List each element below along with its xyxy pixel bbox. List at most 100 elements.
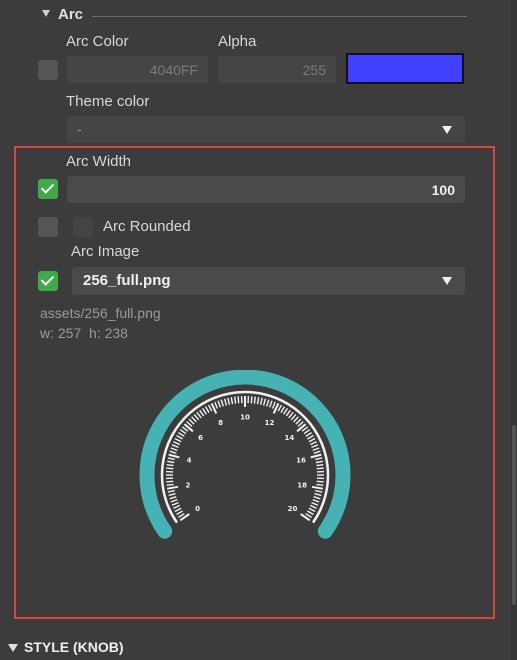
arc-width-enable-checkbox[interactable] <box>38 179 58 199</box>
gauge-minor-tick <box>171 501 179 506</box>
arc-color-label: Arc Color <box>66 33 129 50</box>
gauge-tick-label: 6 <box>198 434 203 442</box>
gauge-minor-tick <box>178 513 185 518</box>
gauge-major-tick <box>168 453 180 459</box>
gauge-tick-label: 2 <box>185 482 190 490</box>
gauge-major-tick <box>311 485 323 490</box>
gauge-minor-tick <box>167 457 175 461</box>
arc-rounded-enable-checkbox[interactable] <box>38 217 58 237</box>
gauge-tick-label: 8 <box>218 419 223 427</box>
gauge-minor-tick <box>170 498 178 503</box>
gauge-minor-tick <box>166 467 174 470</box>
gauge-minor-tick <box>266 399 270 407</box>
image-path-text: assets/256_full.png <box>40 305 161 321</box>
arc-rounded-checkbox[interactable] <box>73 217 93 237</box>
style-knob-collapse-arrow-icon[interactable] <box>8 644 18 652</box>
arc-image-dropdown[interactable]: 256_full.png <box>72 267 465 295</box>
gauge-minor-tick <box>191 416 197 423</box>
gauge-minor-tick <box>179 429 187 435</box>
gauge-minor-tick <box>250 396 253 404</box>
section-title: Arc <box>58 6 84 23</box>
gauge-minor-tick <box>307 510 314 516</box>
alpha-label: Alpha <box>218 33 257 50</box>
arc-color-swatch-fill <box>348 55 462 82</box>
gauge-minor-tick <box>293 416 299 423</box>
scrollbar-thumb[interactable] <box>512 425 516 605</box>
arc-image-enable-checkbox[interactable] <box>38 271 58 291</box>
arc-color-enable-checkbox[interactable] <box>38 60 58 80</box>
arc-color-value: 4040FF <box>149 61 198 78</box>
arc-image-preview: 0 2 4 6 8 10 12 14 16 18 20 <box>139 370 351 539</box>
gauge-minor-tick <box>268 400 273 408</box>
gauge-minor-tick <box>204 406 210 413</box>
gauge-tick-label: 10 <box>240 414 250 422</box>
chevron-down-icon <box>442 277 452 285</box>
gauge-minor-tick <box>308 437 316 443</box>
gauge-minor-tick <box>312 447 320 452</box>
gauge-minor-tick <box>316 483 324 486</box>
gauge-minor-tick <box>283 408 288 415</box>
gauge-minor-tick <box>316 464 324 467</box>
gauge-minor-tick <box>313 496 321 500</box>
image-size-text: w: 257 h: 238 <box>40 325 128 341</box>
gauge-minor-tick <box>290 414 297 421</box>
gauge-tick-label: 18 <box>297 482 307 490</box>
gauge-minor-tick <box>166 464 174 467</box>
gauge-minor-tick <box>196 411 202 419</box>
gauge-minor-tick <box>312 498 320 503</box>
gauge-minor-tick <box>169 450 177 454</box>
gauge-tick-label: 12 <box>265 419 275 427</box>
gauge-minor-tick <box>314 492 322 497</box>
theme-color-value: - <box>77 121 82 137</box>
gauge-minor-tick <box>271 401 276 409</box>
arc-width-value: 100 <box>431 181 455 198</box>
gauge-minor-tick <box>262 398 267 406</box>
gauge-minor-tick <box>227 397 231 405</box>
gauge-minor-tick <box>315 460 323 464</box>
gauge-minor-tick <box>178 432 185 437</box>
gauge-minor-tick <box>305 432 312 437</box>
gauge-minor-tick <box>188 418 195 425</box>
arc-width-field[interactable]: 100 <box>67 176 465 203</box>
section-collapse-arrow-icon[interactable] <box>42 10 50 17</box>
gauge-tick-label: 14 <box>285 434 295 442</box>
gauge-tick-label: 0 <box>195 505 200 513</box>
gauge-minor-tick <box>237 396 240 404</box>
style-knob-section-title: STYLE (KNOB) <box>24 639 124 655</box>
arc-image-label: Arc Image <box>71 243 140 260</box>
arc-color-swatch[interactable] <box>346 53 464 84</box>
arc-rounded-label: Arc Rounded <box>103 218 191 235</box>
gauge-minor-tick <box>207 404 213 412</box>
theme-color-dropdown[interactable]: - <box>67 116 465 143</box>
gauge-minor-tick <box>166 483 174 486</box>
gauge-minor-tick <box>168 492 176 497</box>
gauge-minor-tick <box>176 510 183 516</box>
gauge-minor-tick <box>311 501 319 506</box>
gauge-minor-tick <box>217 400 222 408</box>
gauge-minor-tick <box>193 414 200 421</box>
gauge-minor-tick <box>220 399 224 407</box>
gauge-minor-tick <box>230 397 234 405</box>
gauge-minor-tick <box>259 397 263 405</box>
gauge-minor-tick <box>309 440 317 446</box>
gauge-minor-tick <box>313 450 321 454</box>
gauge-minor-tick <box>308 507 316 513</box>
gauge-minor-tick <box>285 409 291 417</box>
chevron-down-icon <box>442 126 452 134</box>
gauge-tick-labels: 0 2 4 6 8 10 12 14 16 18 20 <box>185 414 307 513</box>
arc-color-field[interactable]: 4040FF <box>67 56 208 83</box>
gauge-minor-tick <box>176 434 183 440</box>
gauge-minor-tick <box>167 489 175 493</box>
gauge-minor-tick <box>174 437 182 443</box>
gauge-tick-label: 4 <box>187 457 192 465</box>
gauge-minor-tick <box>309 504 317 510</box>
gauge-minor-tick <box>167 460 175 464</box>
gauge-minor-tick <box>173 440 181 446</box>
gauge-minor-tick <box>280 406 286 413</box>
arc-width-label: Arc Width <box>66 153 132 170</box>
gauge-major-tick <box>167 485 179 490</box>
gauge-minor-tick <box>234 396 237 404</box>
alpha-field[interactable]: 255 <box>218 56 336 83</box>
gauge-minor-tick <box>288 411 294 419</box>
gauge-minor-tick <box>295 418 302 425</box>
